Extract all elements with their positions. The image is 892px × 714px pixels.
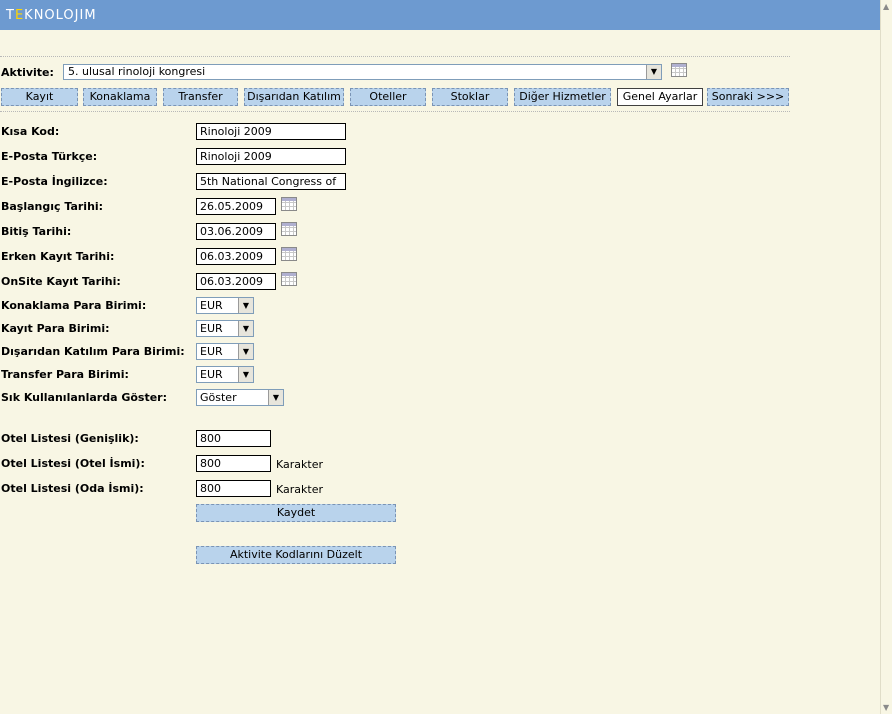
hotel-list-room-name-input[interactable]: 800 (196, 480, 271, 497)
early-reg-date-input[interactable]: 06.03.2009 (196, 248, 276, 265)
hotel-list-hotel-name-label: Otel Listesi (Otel İsmi): (1, 457, 145, 470)
email-en-input[interactable]: 5th National Congress of (196, 173, 346, 190)
tab-stoklar[interactable]: Stoklar (432, 88, 508, 106)
save-button[interactable]: Kaydet (196, 504, 396, 522)
divider (0, 56, 790, 57)
header-bar: TEKNOLOJIM (0, 0, 880, 30)
chevron-down-icon[interactable]: ▼ (646, 65, 661, 79)
start-date-input[interactable]: 26.05.2009 (196, 198, 276, 215)
tab-transfer[interactable]: Transfer (163, 88, 238, 106)
external-currency-select[interactable]: EUR ▼ (196, 343, 254, 360)
divider (0, 111, 790, 112)
chevron-down-icon[interactable]: ▼ (268, 390, 283, 405)
calendar-icon[interactable] (281, 272, 297, 286)
show-frequent-select[interactable]: Göster ▼ (196, 389, 284, 406)
tab-konaklama[interactable]: Konaklama (83, 88, 157, 106)
scroll-down-icon[interactable]: ▼ (883, 703, 889, 712)
email-tr-input[interactable]: Rinoloji 2009 (196, 148, 346, 165)
tab-diger-hizmetler[interactable]: Diğer Hizmetler (514, 88, 611, 106)
start-date-label: Başlangıç Tarihi: (1, 200, 104, 213)
hotel-list-width-label: Otel Listesi (Genişlik): (1, 432, 139, 445)
calendar-icon[interactable] (281, 222, 297, 236)
registration-currency-label: Kayıt Para Birimi: (1, 322, 110, 335)
chevron-down-icon[interactable]: ▼ (238, 344, 253, 359)
hotel-list-width-input[interactable]: 800 (196, 430, 271, 447)
accommodation-currency-label: Konaklama Para Birimi: (1, 299, 147, 312)
registration-currency-value: EUR (200, 322, 223, 335)
email-en-label: E-Posta İngilizce: (1, 175, 108, 188)
hotel-list-room-name-label: Otel Listesi (Oda İsmi): (1, 482, 144, 495)
logo: TEKNOLOJIM (6, 8, 97, 23)
external-currency-value: EUR (200, 345, 223, 358)
chevron-down-icon[interactable]: ▼ (238, 367, 253, 382)
onsite-reg-date-input[interactable]: 06.03.2009 (196, 273, 276, 290)
short-code-label: Kısa Kod: (1, 125, 60, 138)
transfer-currency-value: EUR (200, 368, 223, 381)
transfer-currency-select[interactable]: EUR ▼ (196, 366, 254, 383)
accommodation-currency-value: EUR (200, 299, 223, 312)
room-name-unit-label: Karakter (276, 483, 323, 496)
calendar-icon[interactable] (281, 197, 297, 211)
chevron-down-icon[interactable]: ▼ (238, 321, 253, 336)
activity-select-value: 5. ulusal rinoloji kongresi (68, 65, 206, 78)
hotel-list-hotel-name-input[interactable]: 800 (196, 455, 271, 472)
end-date-input[interactable]: 03.06.2009 (196, 223, 276, 240)
calendar-icon[interactable] (281, 247, 297, 261)
tab-sonraki[interactable]: Sonraki >>> (707, 88, 789, 106)
show-frequent-value: Göster (200, 391, 237, 404)
email-tr-label: E-Posta Türkçe: (1, 150, 98, 163)
vertical-scrollbar[interactable]: ▲ ▼ (880, 0, 892, 714)
tab-genel-ayarlar[interactable]: Genel Ayarlar (617, 88, 703, 106)
tab-kayit[interactable]: Kayıt (1, 88, 78, 106)
registration-currency-select[interactable]: EUR ▼ (196, 320, 254, 337)
transfer-currency-label: Transfer Para Birimi: (1, 368, 129, 381)
short-code-input[interactable]: Rinoloji 2009 (196, 123, 346, 140)
chevron-down-icon[interactable]: ▼ (238, 298, 253, 313)
activity-label: Aktivite: (1, 66, 54, 79)
show-frequent-label: Sık Kullanılanlarda Göster: (1, 391, 168, 404)
hotel-name-unit-label: Karakter (276, 458, 323, 471)
edit-activity-codes-button[interactable]: Aktivite Kodlarını Düzelt (196, 546, 396, 564)
tab-disaridan-katilim[interactable]: Dışarıdan Katılım (244, 88, 344, 106)
calendar-icon[interactable] (671, 63, 687, 77)
early-reg-date-label: Erken Kayıt Tarihi: (1, 250, 115, 263)
activity-select[interactable]: 5. ulusal rinoloji kongresi ▼ (63, 64, 662, 80)
end-date-label: Bitiş Tarihi: (1, 225, 72, 238)
accommodation-currency-select[interactable]: EUR ▼ (196, 297, 254, 314)
external-currency-label: Dışarıdan Katılım Para Birimi: (1, 345, 185, 358)
scroll-up-icon[interactable]: ▲ (883, 2, 889, 11)
tab-oteller[interactable]: Oteller (350, 88, 426, 106)
onsite-reg-date-label: OnSite Kayıt Tarihi: (1, 275, 121, 288)
